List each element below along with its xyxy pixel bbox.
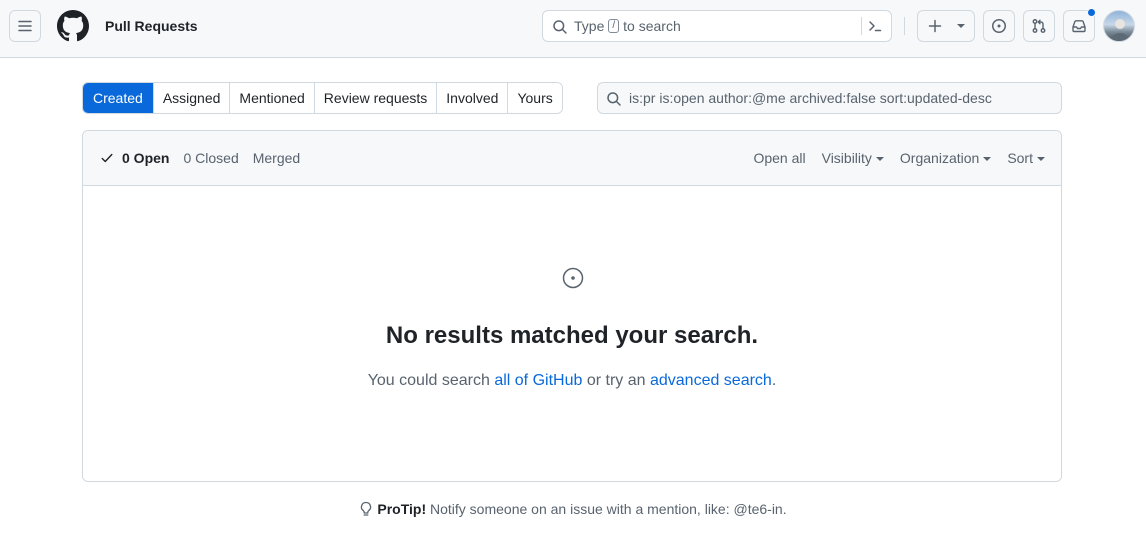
list-filters: Open all Visibility Organization Sort: [737, 150, 1045, 166]
sort-label: Sort: [1007, 150, 1033, 166]
blankslate: No results matched your search. You coul…: [83, 187, 1061, 481]
search-all-github-link[interactable]: all of GitHub: [494, 372, 582, 389]
search-placeholder: Type / to search: [574, 18, 681, 34]
unread-notification-dot: [1087, 8, 1096, 17]
issues-button[interactable]: [983, 10, 1015, 42]
state-filters: 0 Open 0 Closed Merged: [100, 150, 314, 166]
visibility-label: Visibility: [821, 150, 872, 166]
chevron-down-icon: [875, 157, 884, 161]
chevron-down-icon: [983, 157, 992, 161]
light-bulb-icon: [361, 501, 372, 516]
tab-mentioned[interactable]: Mentioned: [229, 83, 314, 113]
page-title[interactable]: Pull Requests: [105, 17, 198, 35]
protip-text: Notify someone on an issue with a mentio…: [430, 501, 787, 517]
search-icon: [553, 20, 567, 34]
sort-dropdown[interactable]: Sort: [1007, 150, 1045, 166]
organization-label: Organization: [899, 150, 980, 166]
state-open-label: 0 Open: [122, 150, 170, 166]
visibility-dropdown[interactable]: Visibility: [822, 150, 884, 166]
issue-icon: [992, 19, 1006, 33]
pull-request-icon: [1032, 19, 1046, 33]
command-palette-icon[interactable]: [867, 18, 883, 34]
app-header: Pull Requests Type / to search: [0, 0, 1146, 58]
blankslate-title: No results matched your search.: [385, 322, 759, 349]
tab-assigned[interactable]: Assigned: [152, 83, 230, 113]
search-divider: [861, 17, 862, 35]
open-menu-button[interactable]: [9, 10, 41, 42]
open-all-label: Open all: [753, 150, 806, 166]
avatar-image-icon: [1110, 19, 1130, 41]
search-icon: [607, 92, 621, 106]
blankslate-text-before: You could search: [367, 372, 490, 389]
search-shortcut-key: /: [608, 19, 620, 33]
blankslate-text-after: .: [771, 372, 777, 389]
state-merged[interactable]: Merged: [253, 150, 300, 166]
tab-yours[interactable]: Yours: [507, 83, 562, 113]
global-search-input[interactable]: Type / to search: [542, 10, 892, 42]
github-logo-icon[interactable]: [57, 10, 89, 42]
hamburger-menu-icon: [18, 20, 32, 32]
protip: ProTip! Notify someone on an issue with …: [0, 500, 1146, 518]
header-divider: [904, 17, 905, 35]
create-new-button[interactable]: [917, 10, 975, 42]
results-header: 0 Open 0 Closed Merged Open all Visibili…: [83, 131, 1061, 186]
issue-opened-icon: [562, 267, 584, 289]
state-closed[interactable]: 0 Closed: [183, 150, 238, 166]
pull-requests-button[interactable]: [1023, 10, 1055, 42]
results-box: 0 Open 0 Closed Merged Open all Visibili…: [82, 130, 1062, 482]
filter-search-input[interactable]: [629, 88, 1049, 108]
tab-involved[interactable]: Involved: [436, 83, 508, 113]
inbox-icon: [1072, 20, 1086, 33]
state-open[interactable]: 0 Open: [100, 150, 169, 166]
pull-request-filter-tabs: Created Assigned Mentioned Review reques…: [82, 82, 563, 114]
tab-created[interactable]: Created: [83, 83, 153, 113]
state-closed-label: 0 Closed: [183, 150, 239, 166]
user-avatar[interactable]: [1103, 10, 1135, 42]
check-icon: [101, 153, 113, 163]
protip-label: ProTip!: [377, 501, 427, 517]
open-all-button[interactable]: Open all: [753, 150, 805, 166]
state-merged-label: Merged: [252, 150, 301, 166]
organization-dropdown[interactable]: Organization: [899, 150, 992, 166]
plus-icon: [928, 19, 942, 33]
chevron-down-icon: [1037, 157, 1045, 161]
tab-review-requests[interactable]: Review requests: [313, 83, 437, 113]
search-placeholder-suffix: to search: [623, 18, 681, 34]
search-placeholder-prefix: Type: [574, 18, 605, 34]
filter-search: [597, 82, 1062, 114]
blankslate-text-middle: or try an: [586, 372, 646, 389]
blankslate-text: You could search all of GitHub or try an…: [83, 370, 1061, 392]
advanced-search-link[interactable]: advanced search: [650, 372, 772, 389]
chevron-down-icon: [957, 24, 965, 28]
